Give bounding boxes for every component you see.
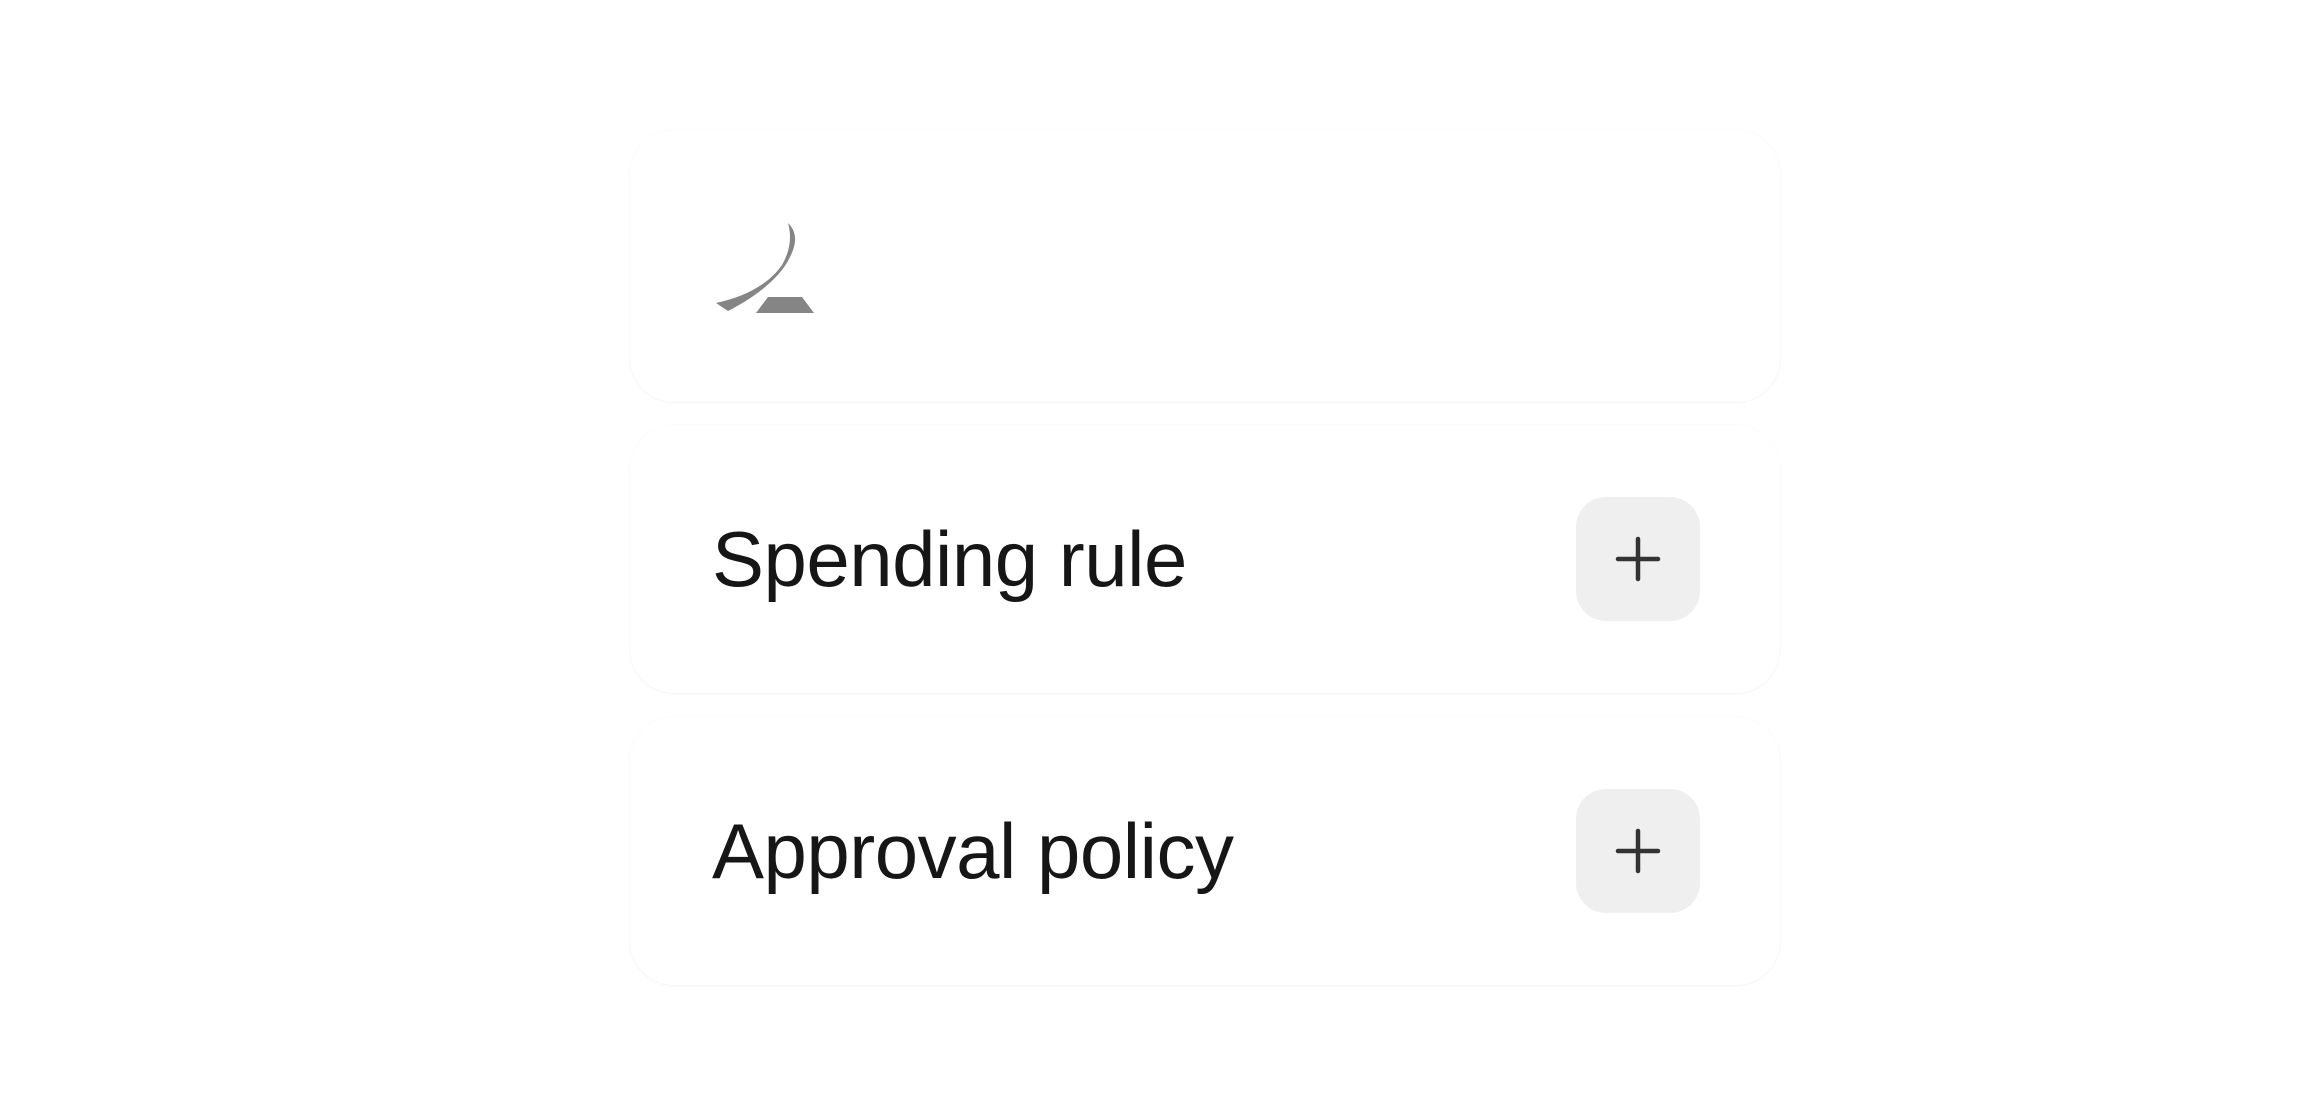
brand-logo-icon (716, 223, 814, 313)
spending-rule-card: Spending rule (630, 425, 1780, 693)
approval-policy-label: Approval policy (712, 807, 1234, 895)
plus-icon (1615, 536, 1661, 582)
brand-card (630, 130, 1780, 402)
approval-policy-card: Approval policy (630, 717, 1780, 985)
spending-rule-label: Spending rule (712, 515, 1187, 603)
add-approval-policy-button[interactable] (1576, 789, 1700, 913)
plus-icon (1615, 828, 1661, 874)
add-spending-rule-button[interactable] (1576, 497, 1700, 621)
